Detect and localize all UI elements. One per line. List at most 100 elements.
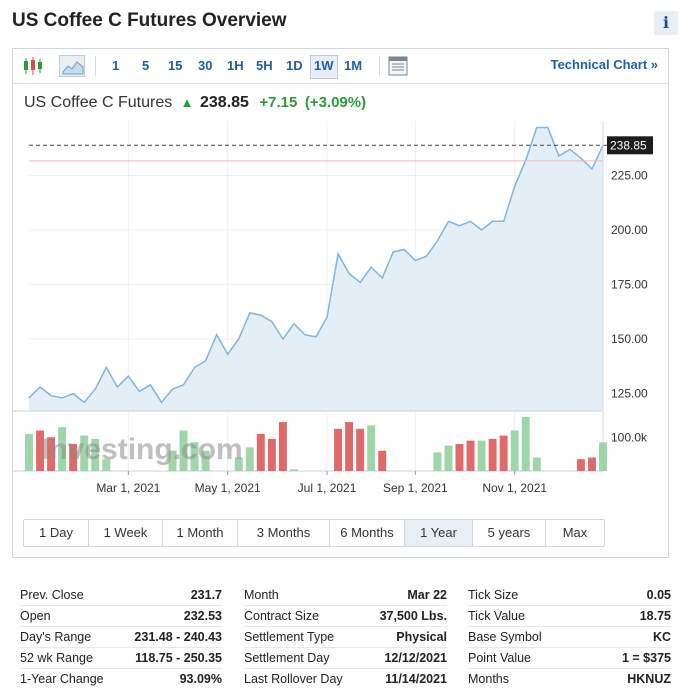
range-6-months[interactable]: 6 Months: [330, 520, 405, 546]
toolbar-divider: [379, 56, 380, 76]
stat-row: Base Symbol KC: [468, 627, 671, 648]
range-1-year[interactable]: 1 Year: [405, 520, 473, 546]
stat-label: Base Symbol: [468, 630, 542, 644]
stat-row: Point Value 1 = $375: [468, 648, 671, 669]
info-button[interactable]: i: [654, 11, 678, 35]
stat-label: Contract Size: [244, 609, 320, 623]
area-chart-icon[interactable]: [59, 55, 85, 77]
instrument-name: US Coffee C Futures: [24, 94, 173, 111]
price-chart[interactable]: 125.00 150.00 175.00 200.00 225.00 238.85 100.…: [13, 121, 668, 511]
stat-row: Settlement Type Physical: [244, 627, 447, 648]
stat-row: Last Rollover Day 11/14/2021: [244, 669, 447, 690]
stat-value: Physical: [396, 630, 447, 644]
stat-value: 1 = $375: [621, 651, 671, 665]
stat-label: Prev. Close: [20, 588, 84, 602]
volume-bar: [499, 435, 508, 471]
stat-label: Open: [20, 609, 51, 623]
stat-label: Settlement Type: [244, 630, 335, 644]
volume-bar: [444, 445, 453, 471]
interval-1d[interactable]: 1D: [283, 55, 306, 77]
volume-bar: [510, 430, 519, 471]
range-selector: 1 Day 1 Week 1 Month 3 Months 6 Months 1 Year…: [23, 519, 605, 547]
stat-label: Tick Size: [468, 588, 519, 602]
stat-value: 11/14/2021: [385, 672, 447, 686]
stat-label: Months: [468, 672, 509, 686]
stat-label: Last Rollover Day: [244, 672, 343, 686]
x-tick-label: Nov 1, 2021: [482, 481, 547, 495]
last-price-label: 238.85: [610, 138, 647, 152]
up-arrow-icon: ▲: [180, 95, 194, 110]
stat-value: 231.48 - 240.43: [134, 630, 222, 644]
stat-value: 12/12/2021: [384, 651, 447, 665]
x-tick-label: Mar 1, 2021: [96, 481, 160, 495]
range-max[interactable]: Max: [546, 520, 604, 546]
volume-bar: [433, 452, 442, 471]
volume-bar: [289, 469, 298, 471]
volume-bar: [356, 428, 365, 471]
candlestick-icon[interactable]: [21, 55, 45, 77]
stat-row: Prev. Close 231.7: [20, 585, 222, 606]
y-tick-label: 175.00: [611, 278, 648, 292]
volume-bar: [278, 422, 287, 471]
chart-panel: 1 5 15 30 1H 5H 1D 1W 1M Technical Chart » US Co…: [12, 48, 669, 558]
stat-label: 1-Year Change: [20, 672, 104, 686]
volume-bar: [599, 442, 607, 471]
stat-row: Day's Range 231.48 - 240.43: [20, 627, 222, 648]
x-tick-label: Jul 1, 2021: [298, 481, 357, 495]
stat-value: Mar 22: [407, 588, 447, 602]
stat-row: Settlement Day 12/12/2021: [244, 648, 447, 669]
volume-bar: [334, 428, 343, 471]
volume-bar: [378, 450, 387, 471]
stat-value: 231.7: [190, 588, 222, 602]
stat-row: 52 wk Range 118.75 - 250.35: [20, 648, 222, 669]
y-tick-label: 150.00: [611, 332, 648, 346]
range-5-years[interactable]: 5 years: [473, 520, 546, 546]
interval-1[interactable]: 1: [109, 55, 122, 77]
range-1-month[interactable]: 1 Month: [163, 520, 238, 546]
technical-chart-link[interactable]: Technical Chart »: [551, 57, 658, 72]
stat-value: 232.53: [183, 609, 222, 623]
volume-bar: [521, 417, 530, 471]
stat-label: Settlement Day: [244, 651, 330, 665]
range-1-day[interactable]: 1 Day: [24, 520, 89, 546]
stat-label: Day's Range: [20, 630, 92, 644]
last-price: 238.85: [200, 94, 249, 111]
stat-value: HKNUZ: [627, 672, 671, 686]
table-view-icon[interactable]: [387, 55, 409, 77]
volume-bar: [532, 457, 541, 471]
interval-5[interactable]: 5: [139, 55, 152, 77]
range-3-months[interactable]: 3 Months: [238, 520, 330, 546]
volume-bar: [587, 457, 596, 471]
chart-toolbar: 1 5 15 30 1H 5H 1D 1W 1M Technical Chart »: [13, 49, 668, 84]
stat-row: 1-Year Change 93.09%: [20, 669, 222, 690]
interval-5h[interactable]: 5H: [253, 55, 276, 77]
interval-15[interactable]: 15: [165, 55, 185, 77]
stat-label: Month: [244, 588, 279, 602]
stat-value: 18.75: [639, 609, 671, 623]
price-change-percent: (+3.09%): [304, 94, 367, 111]
stat-row: Month Mar 22: [244, 585, 447, 606]
price-change: +7.15: [259, 94, 298, 111]
volume-bar: [256, 433, 265, 471]
stat-label: Tick Value: [468, 609, 525, 623]
volume-bar: [25, 433, 33, 471]
interval-30[interactable]: 30: [195, 55, 215, 77]
y-tick-label: 200.00: [611, 223, 648, 237]
interval-1h[interactable]: 1H: [224, 55, 247, 77]
stat-value: KC: [652, 630, 671, 644]
x-tick-label: May 1, 2021: [195, 481, 261, 495]
stat-value: 0.05: [646, 588, 671, 602]
interval-1m[interactable]: 1M: [341, 55, 365, 77]
stat-label: 52 wk Range: [20, 651, 93, 665]
investing-watermark: Investing.com: [41, 433, 243, 466]
volume-bar: [267, 438, 276, 471]
volume-axis-label: 100.0k: [611, 430, 648, 444]
stat-label: Point Value: [468, 651, 532, 665]
interval-1w[interactable]: 1W: [310, 55, 338, 79]
volume-bar: [576, 459, 585, 471]
price-area: [29, 127, 603, 411]
page-title: US Coffee C Futures Overview: [12, 10, 287, 31]
volume-bar: [477, 440, 486, 471]
range-1-week[interactable]: 1 Week: [89, 520, 163, 546]
volume-bar: [367, 425, 376, 471]
